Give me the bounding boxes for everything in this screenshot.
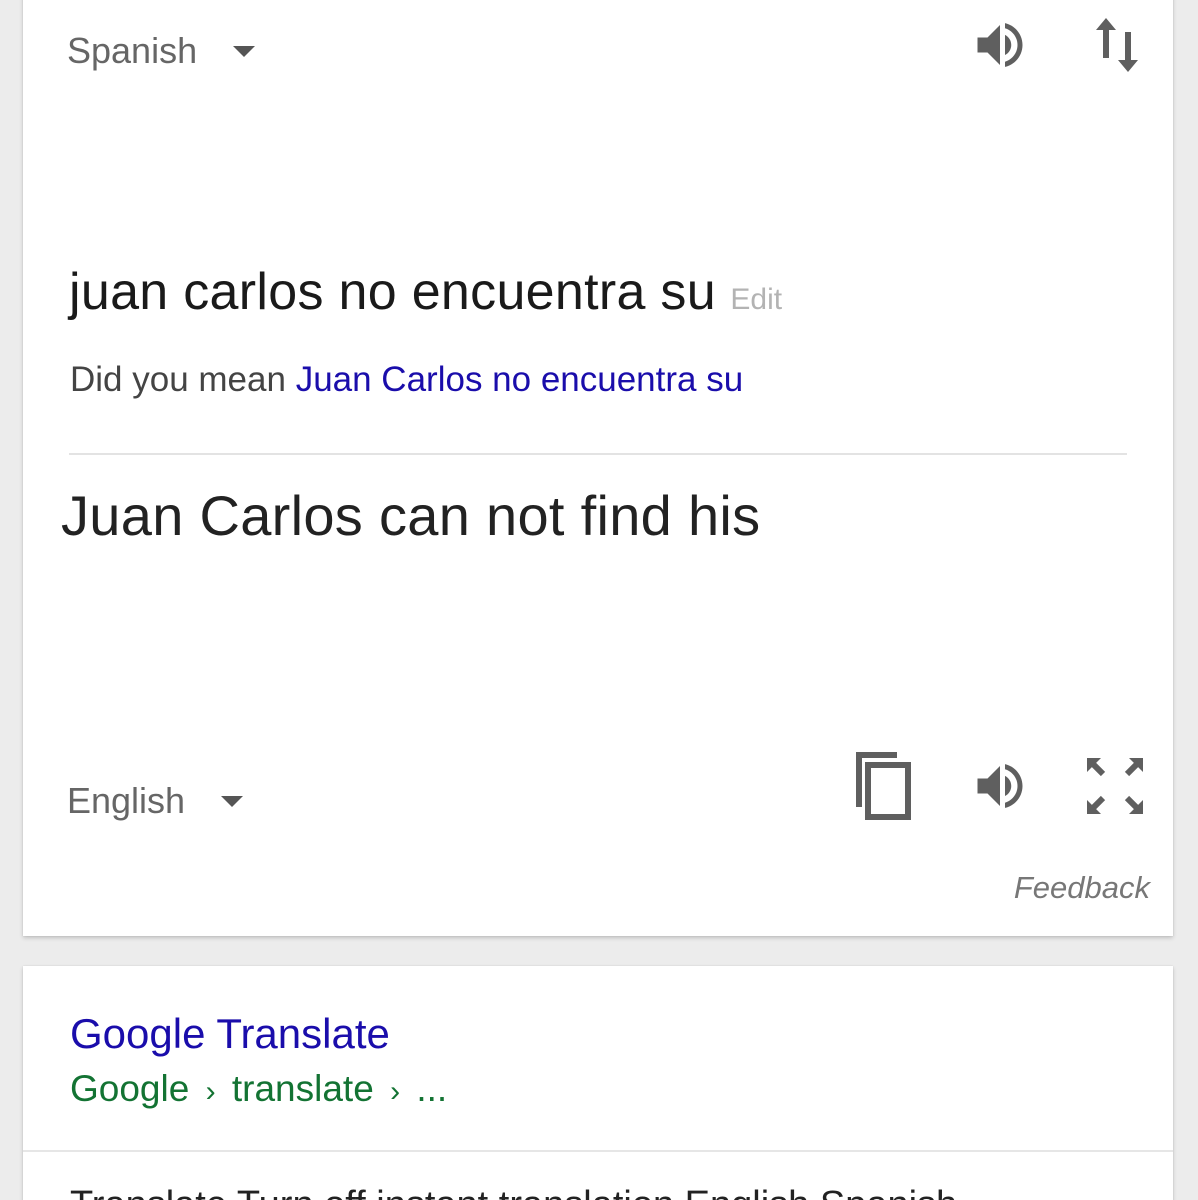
did-you-mean-row: Did you mean Juan Carlos no encuentra su [70, 360, 743, 400]
source-text-row: juan carlos no encuentra su Edit [69, 262, 782, 322]
divider [69, 453, 1127, 455]
copy-icon [856, 752, 911, 820]
translate-card: Spanish juan carlos no encuentra su Edit… [23, 0, 1173, 936]
source-speaker-button[interactable] [964, 9, 1036, 81]
breadcrumb-separator: › [205, 1075, 216, 1108]
fullscreen-icon [1087, 758, 1143, 814]
breadcrumb-item: ... [416, 1068, 448, 1109]
dropdown-caret-icon [233, 45, 256, 57]
source-language-label: Spanish [67, 30, 198, 71]
search-result-card: Google Translate Google › translate › ..… [23, 966, 1173, 1200]
breadcrumb-separator: › [390, 1075, 401, 1108]
result-breadcrumb: Google › translate › ... [70, 1068, 447, 1110]
speaker-icon [977, 764, 1023, 808]
source-language-selector[interactable]: Spanish [67, 30, 256, 72]
swap-languages-button[interactable] [1081, 9, 1153, 81]
target-speaker-button[interactable] [964, 750, 1036, 822]
fullscreen-button[interactable] [1079, 750, 1151, 822]
breadcrumb-item: translate [231, 1068, 374, 1109]
divider [23, 1150, 1173, 1152]
dropdown-caret-icon [221, 795, 244, 807]
target-language-selector[interactable]: English [67, 780, 244, 822]
breadcrumb-item: Google [70, 1068, 190, 1109]
result-title-link[interactable]: Google Translate [70, 1010, 390, 1058]
target-language-label: English [67, 780, 186, 821]
source-text: juan carlos no encuentra su [69, 263, 716, 321]
result-snippet: Translate Turn off instant translation E… [70, 1184, 957, 1200]
page: Spanish juan carlos no encuentra su Edit… [0, 0, 1198, 1200]
did-you-mean-label: Did you mean [70, 360, 286, 399]
feedback-link[interactable]: Feedback [1014, 870, 1150, 906]
copy-button[interactable] [847, 750, 919, 822]
did-you-mean-suggestion-link[interactable]: Juan Carlos no encuentra su [296, 360, 744, 399]
speaker-icon [977, 23, 1023, 67]
edit-link[interactable]: Edit [730, 283, 782, 316]
swap-languages-icon [1096, 18, 1138, 72]
translated-text: Juan Carlos can not find his [61, 484, 761, 547]
